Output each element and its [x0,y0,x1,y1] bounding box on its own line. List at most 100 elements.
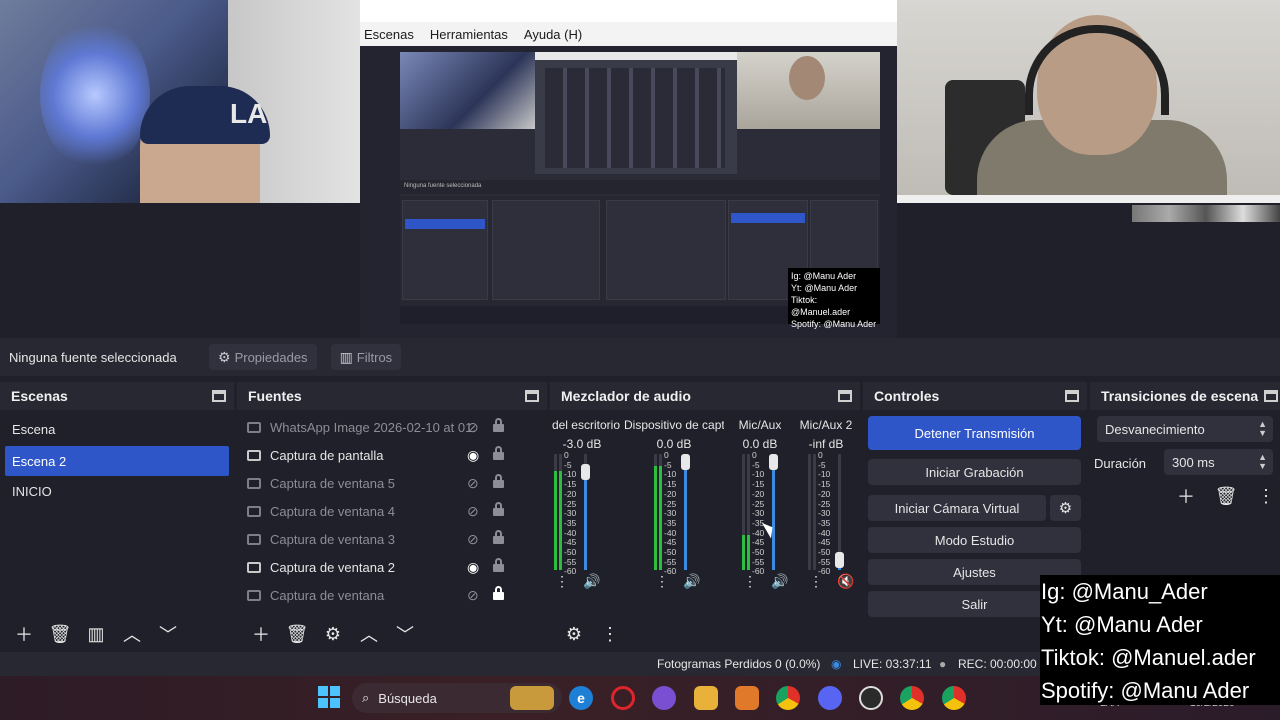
source-item[interactable]: Captura de pantalla ◉ [237,441,547,469]
source-item[interactable]: Captura de ventana 5 ⊘ [237,469,547,497]
volume-fader[interactable] [681,454,690,570]
virtual-camera-settings-button[interactable]: ⚙ [1050,495,1081,521]
eye-icon[interactable]: ◉ [467,447,479,464]
live-timer: LIVE: 03:37:11 [853,657,932,671]
scene-item-selected[interactable]: Escena 2 [5,446,229,476]
kebab-menu-icon[interactable]: ⋮ [743,573,757,590]
add-source-button[interactable]: ＋ [243,620,279,648]
channel-actions: ⋮ 🔊 [555,573,600,590]
unlock-icon[interactable] [493,530,504,544]
start-recording-button[interactable]: Iniciar Grabación [868,459,1081,485]
eye-off-icon[interactable]: ⊘ [467,475,479,492]
scene-item[interactable]: INICIO [0,476,234,506]
kebab-menu-icon[interactable]: ⋮ [555,573,569,590]
move-source-up-button[interactable]: ︿ [351,620,387,648]
chevron-up-icon: ︿ [360,625,378,645]
source-item[interactable]: Captura de ventana 3 ⊘ [237,525,547,553]
transition-menu-button[interactable]: ⋮ [1248,482,1280,510]
db-scale: 0 -5 -10 -15 -20 -25 -30 -35 -40 -45 -50 -55 -60 [818,450,830,577]
live-indicator-icon: ◉ [831,657,842,671]
undock-icon[interactable] [838,390,852,402]
source-item[interactable]: WhatsApp Image 2026-02-10 at 01.43 ⊘ [237,413,547,441]
undock-icon[interactable] [1065,390,1079,402]
studio-mode-button[interactable]: Modo Estudio [868,527,1081,553]
trash-icon: 🗑 [48,623,72,644]
social-media-overlay: Ig: @Manu_Ader Yt: @Manu Ader Tiktok: @M… [1040,575,1280,705]
rec-timer: REC: 00:00:00 [958,657,1037,671]
move-source-down-button[interactable]: ﹀ [387,620,423,648]
fl-studio-icon[interactable] [735,686,759,710]
move-scene-down-button[interactable]: ﹀ [150,620,186,648]
remove-scene-button[interactable]: 🗑 [42,620,78,648]
eye-off-icon[interactable]: ⊘ [467,503,479,520]
undock-icon[interactable] [212,390,226,402]
mixer-menu-button[interactable]: ⋮ [592,620,628,648]
unlock-icon[interactable] [493,502,504,516]
filters-button[interactable]: ▥ Filtros [330,344,402,370]
discord-icon[interactable] [818,686,842,710]
volume-fader[interactable] [835,454,844,570]
eye-off-icon[interactable]: ⊘ [467,419,479,436]
scene-filters-button[interactable]: ▥ [78,620,114,648]
move-scene-up-button[interactable]: ︿ [114,620,150,648]
kebab-menu-icon[interactable]: ⋮ [809,573,823,590]
window-icon [247,505,261,517]
chrome-browser-icon[interactable] [776,686,800,710]
speaker-icon[interactable]: 🔊 [583,573,600,590]
window-icon [247,589,261,601]
speaker-icon[interactable]: 🔊 [771,573,788,590]
speaker-icon[interactable]: 🔊 [683,573,700,590]
properties-button[interactable]: ⚙ Propiedades [209,344,317,370]
duration-spinbox[interactable]: 300 ms ▲ ▼ [1164,449,1273,475]
add-scene-button[interactable]: ＋ [6,620,42,648]
kebab-menu-icon[interactable]: ⋮ [655,573,669,590]
gear-icon: ⚙ [218,348,231,365]
source-item[interactable]: Captura de ventana 2 ◉ [237,553,547,581]
level-meter [559,454,562,570]
edge-browser-icon[interactable]: e [569,686,593,710]
eye-off-icon[interactable]: ⊘ [467,587,479,604]
chrome-profile-icon[interactable] [900,686,924,710]
plus-icon: ＋ [1177,487,1195,507]
gear-icon: ⚙ [1058,500,1073,517]
kebab-menu-icon: ⋮ [601,623,619,644]
cap-logo-image: LA [230,98,268,129]
screen-capture-preview: Escenas Herramientas Ayuda (H) Ninguna f… [360,0,897,338]
opera-browser-icon[interactable] [611,686,635,710]
unlock-icon[interactable] [493,558,504,572]
remove-source-button[interactable]: 🗑 [279,620,315,648]
volume-fader[interactable] [581,454,590,570]
speaker-muted-icon[interactable]: 🔇 [837,573,854,590]
widget-icon[interactable] [510,686,554,710]
source-item[interactable]: Captura de ventana 4 ⊘ [237,497,547,525]
remove-transition-button[interactable]: 🗑 [1208,482,1244,510]
scene-item[interactable]: Escena [0,414,234,444]
transitions-title: Transiciones de escena [1101,388,1259,404]
obs-studio-icon[interactable] [859,686,883,710]
volume-fader[interactable] [769,454,778,570]
chrome-profile-icon[interactable] [942,686,966,710]
file-explorer-icon[interactable] [694,686,718,710]
eye-off-icon[interactable]: ⊘ [467,531,479,548]
mixer-channel: Audio del escritorio -3.0 dB0-5-10-15-20-… [550,410,620,610]
plus-icon: ＋ [252,625,270,645]
unlock-icon[interactable] [493,446,504,460]
eye-icon[interactable]: ◉ [467,559,479,576]
source-item[interactable]: Captura de ventana ⊘ [237,581,547,609]
unlock-icon[interactable] [493,418,504,432]
brave-browser-icon[interactable] [652,686,676,710]
undock-icon[interactable] [525,390,539,402]
db-scale: 0 -5 -10 -15 -20 -25 -30 -35 -40 -45 -50 -55 -60 [564,450,576,577]
transition-type-select[interactable]: Desvanecimiento ▲ ▼ [1097,416,1273,442]
start-virtual-camera-button[interactable]: Iniciar Cámara Virtual [868,495,1046,521]
mixer-settings-button[interactable]: ⚙ [556,620,592,648]
unlock-icon[interactable] [493,474,504,488]
lock-icon[interactable] [493,586,504,600]
windows-start-icon[interactable] [318,686,340,708]
channel-actions: ⋮ 🔊 [655,573,700,590]
source-properties-button[interactable]: ⚙ [315,620,351,648]
undock-icon[interactable] [1264,390,1278,402]
stop-streaming-button[interactable]: Detener Transmisión [868,416,1081,450]
add-transition-button[interactable]: ＋ [1168,482,1204,510]
controls-title: Controles [874,388,940,404]
